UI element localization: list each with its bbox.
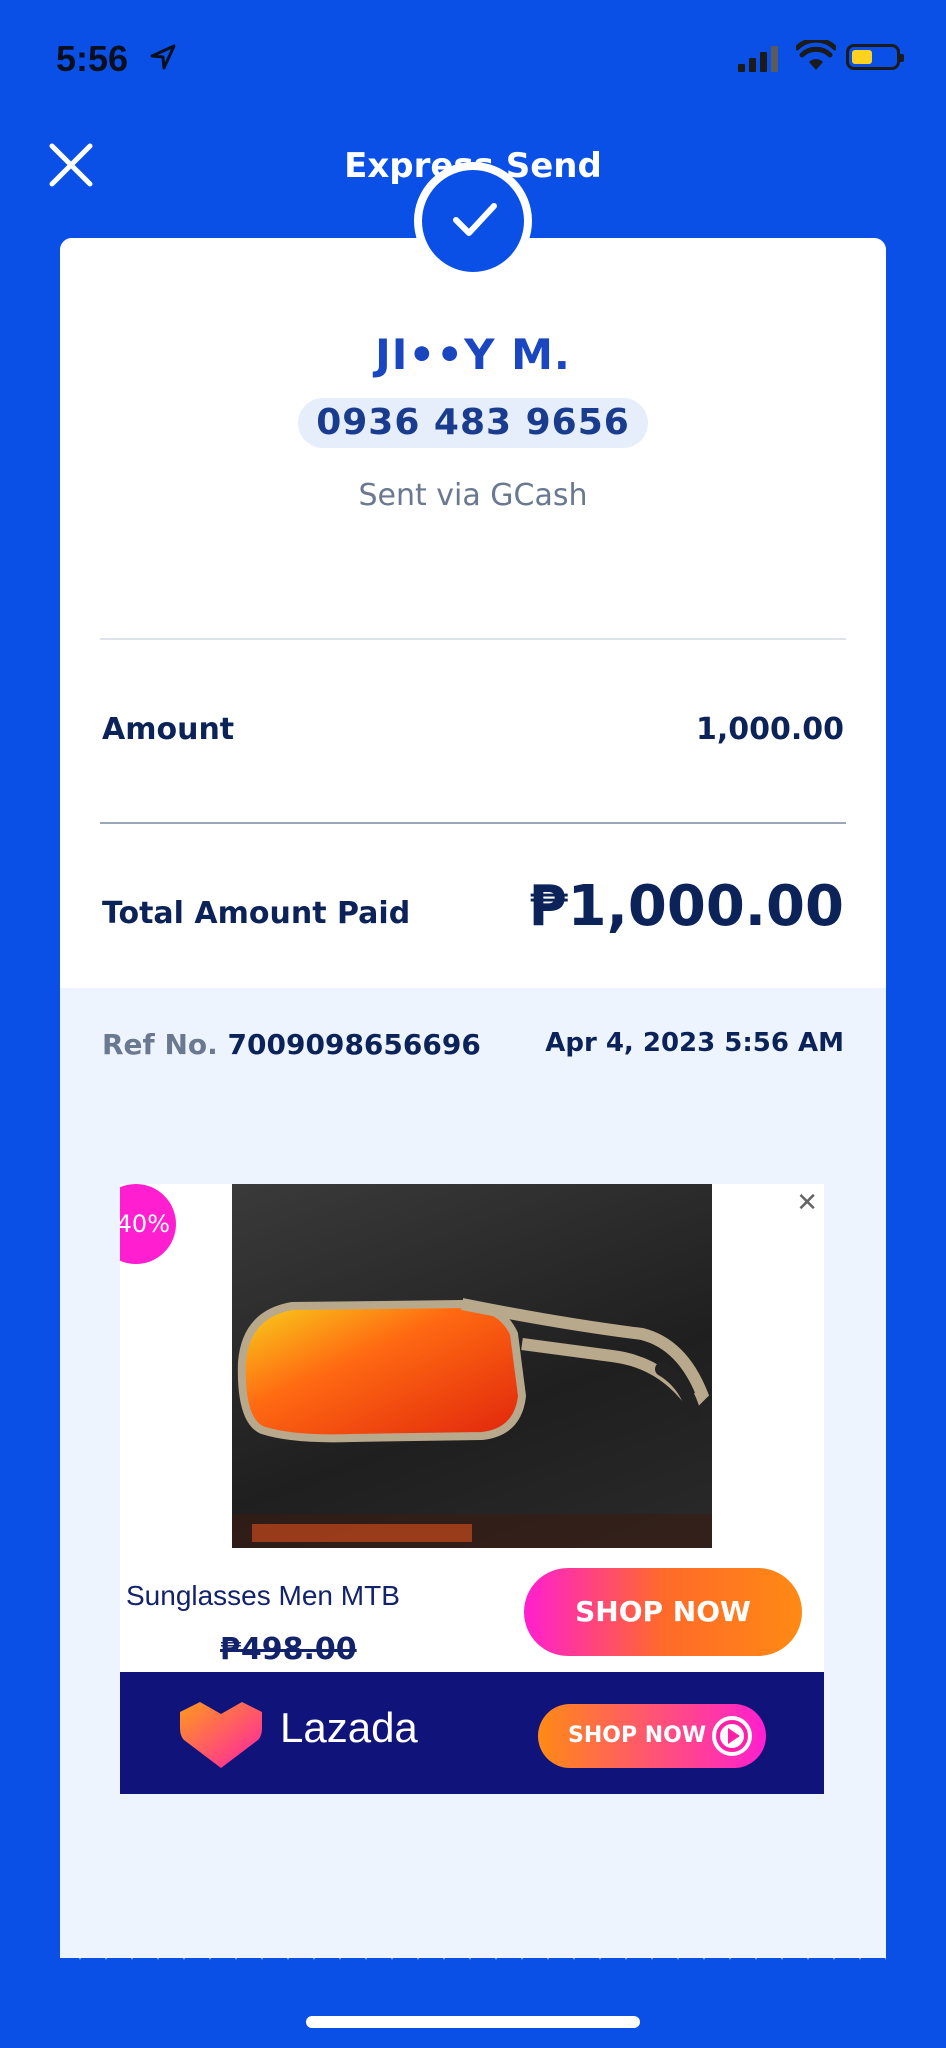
play-icon	[712, 1716, 752, 1756]
sunglasses-image	[232, 1298, 712, 1548]
checkmark-icon	[453, 203, 497, 236]
ad-original-price: ₱498.00	[220, 1632, 357, 1667]
cellular-signal-icon	[738, 46, 778, 72]
lazada-ad[interactable]: 40% ✕ Sunglasses Men MTB ₱498.00 SHOP NO…	[120, 1184, 824, 1794]
ref-value: 7009098656696	[227, 1028, 481, 1061]
status-bar: 5:56	[0, 0, 946, 110]
total-label: Total Amount Paid	[102, 896, 411, 931]
recipient-name: JI••Y M.	[375, 330, 571, 379]
discount-badge: 40%	[120, 1184, 176, 1264]
recipient-phone: 0936 483 9656	[316, 402, 630, 443]
home-indicator[interactable]	[306, 2016, 640, 2028]
clock: 5:56	[56, 38, 129, 79]
amount-value: 1,000.00	[695, 712, 844, 747]
sent-via-text: Sent via GCash	[358, 478, 588, 513]
ad-product-name[interactable]: Sunglasses Men MTB	[126, 1580, 400, 1612]
lazada-shop-now-button[interactable]: SHOP NOW	[538, 1704, 766, 1768]
transaction-date: Apr 4, 2023 5:56 AM	[545, 1028, 844, 1058]
recipient-phone-pill: 0936 483 9656	[298, 398, 648, 448]
success-badge	[414, 162, 532, 280]
divider	[100, 638, 846, 640]
lazada-heart-logo	[180, 1702, 262, 1768]
reference-number: Ref No. 7009098656696	[102, 1028, 481, 1061]
lazada-brand-name: Lazada	[280, 1704, 418, 1751]
lazada-banner[interactable]: Lazada SHOP NOW	[120, 1672, 824, 1794]
receipt-torn-edge	[60, 1900, 886, 1960]
ad-close-icon[interactable]: ✕	[796, 1188, 818, 1218]
wifi-icon	[796, 40, 836, 70]
total-value: ₱1,000.00	[528, 874, 844, 939]
location-arrow-icon	[150, 44, 176, 70]
battery-icon	[846, 44, 904, 70]
receipt-card: JI••Y M. 0936 483 9656 Sent via GCash Am…	[60, 162, 886, 1958]
ad-product-image[interactable]	[232, 1184, 712, 1548]
shop-now-button[interactable]: SHOP NOW	[524, 1568, 802, 1656]
lazada-shop-now-label: SHOP NOW	[568, 1723, 707, 1748]
ref-label: Ref No.	[102, 1028, 218, 1061]
receipt-summary: JI••Y M. 0936 483 9656 Sent via GCash Am…	[60, 162, 886, 988]
amount-label: Amount	[102, 712, 235, 747]
divider	[100, 822, 846, 824]
